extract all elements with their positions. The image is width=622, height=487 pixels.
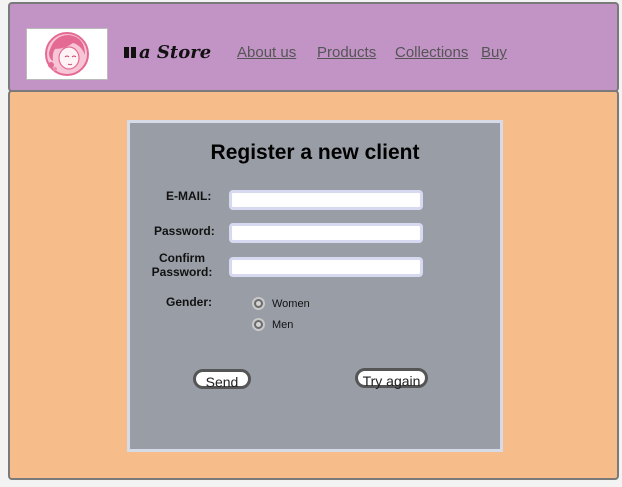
confirm-password-label: Confirm Password: <box>151 251 213 279</box>
men-radio-label: Men <box>272 318 294 331</box>
confirm-password-field[interactable] <box>229 257 423 277</box>
nav-collections[interactable]: Collections <box>395 44 468 61</box>
confirm-label-line1: Confirm <box>159 251 205 265</box>
main-content: Register a new client E-MAIL: Password: … <box>8 90 619 480</box>
woman-face-logo-icon <box>45 32 89 76</box>
password-field[interactable] <box>229 223 423 243</box>
gender-label: Gender: <box>166 295 213 309</box>
nav-about-us[interactable]: About us <box>237 44 296 61</box>
site-header: a Store About us Products Collections Bu… <box>8 2 619 92</box>
email-label: E-MAIL: <box>166 189 212 203</box>
register-form-panel: Register a new client E-MAIL: Password: … <box>127 120 503 452</box>
store-brand-name: a Store <box>124 42 211 63</box>
try-again-button[interactable]: Try again <box>355 368 428 389</box>
gender-option-women[interactable]: Women <box>252 297 310 310</box>
password-label: Password: <box>154 224 215 238</box>
brand-text: a Store <box>139 42 212 63</box>
men-radio[interactable] <box>252 318 265 331</box>
women-radio[interactable] <box>252 297 265 310</box>
store-logo[interactable] <box>26 28 108 80</box>
send-button[interactable]: Send <box>193 369 251 390</box>
form-title: Register a new client <box>210 141 420 164</box>
email-field[interactable] <box>229 190 423 210</box>
gender-option-men[interactable]: Men <box>252 318 293 331</box>
brand-mark-icon <box>124 47 136 58</box>
nav-products[interactable]: Products <box>317 44 376 61</box>
women-radio-label: Women <box>272 297 310 310</box>
confirm-label-line2: Password: <box>151 265 213 279</box>
nav-buy[interactable]: Buy <box>481 44 507 61</box>
